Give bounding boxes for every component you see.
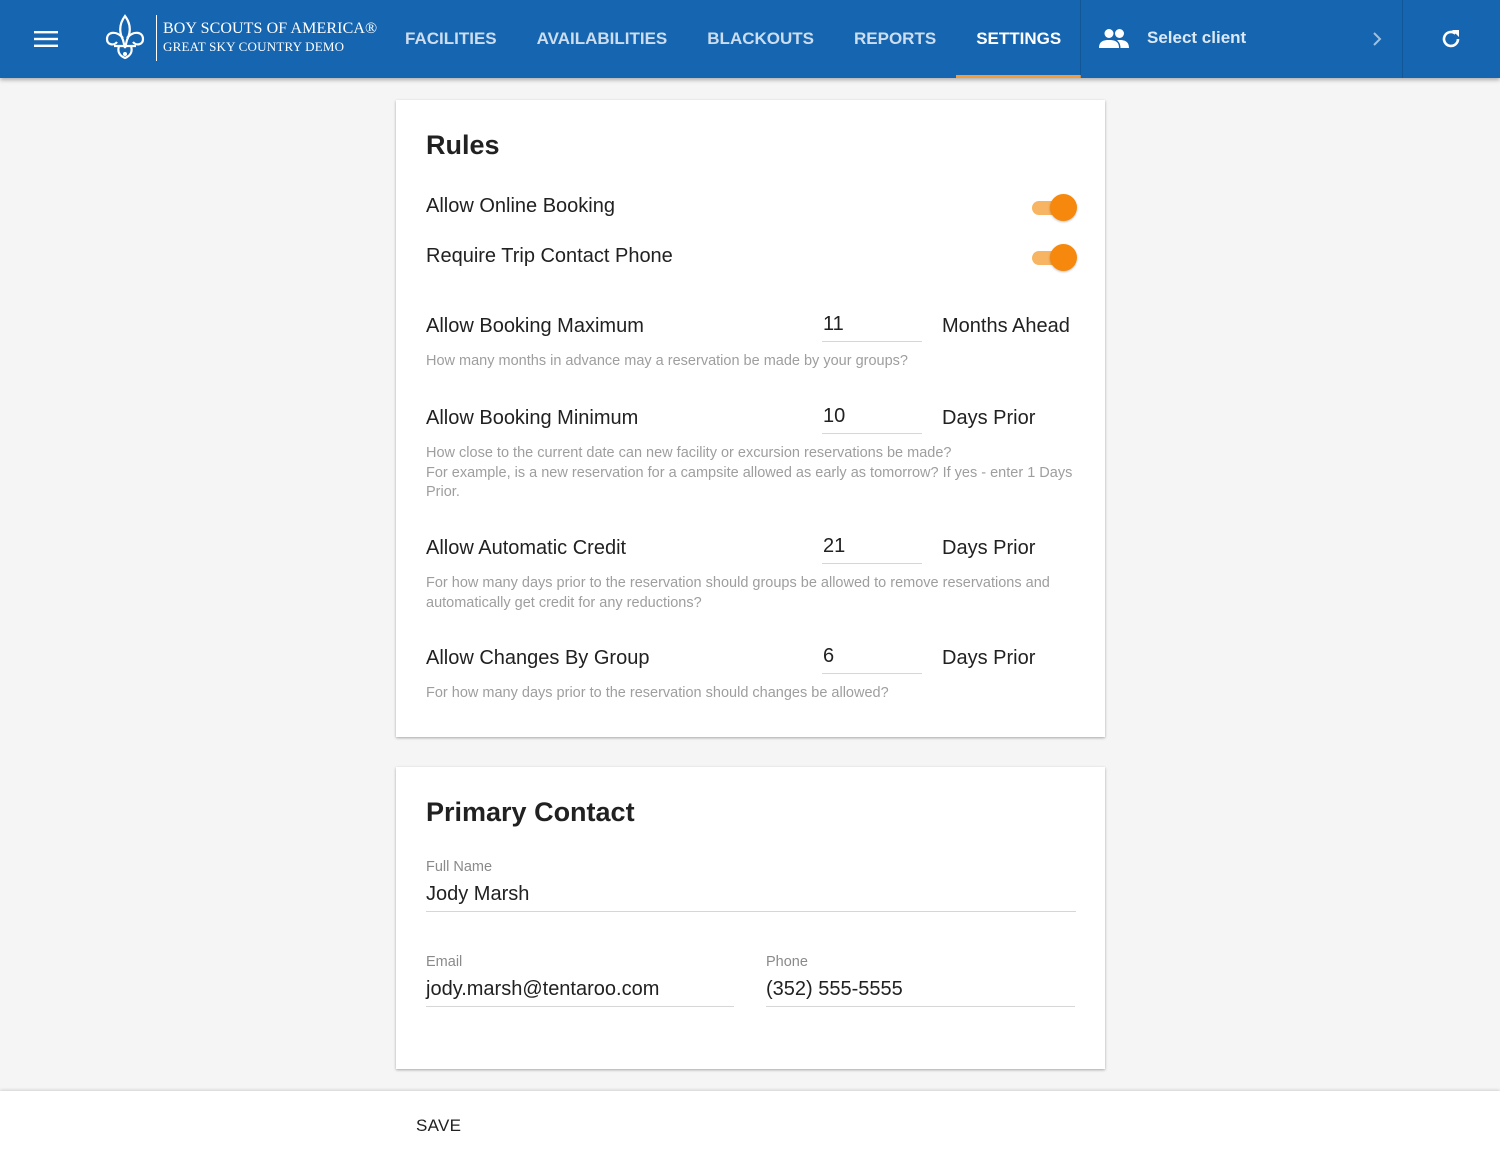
rule-unit: Days Prior <box>942 407 1036 429</box>
logo-text: BOY SCOUTS OF AMERICA® GREAT SKY COUNTRY… <box>163 20 377 56</box>
rule-help-text: How many months in advance may a reserva… <box>426 352 1076 372</box>
org-logo[interactable]: BOY SCOUTS OF AMERICA® GREAT SKY COUNTRY… <box>102 14 377 62</box>
toggle-label: Require Trip Contact Phone <box>426 245 673 267</box>
refresh-button[interactable] <box>1428 22 1474 56</box>
toggle-row-trip-contact-phone: Require Trip Contact Phone <box>426 242 1077 272</box>
fleur-de-lis-icon <box>105 14 145 60</box>
rule-help-text: For how many days prior to the reservati… <box>426 684 1076 704</box>
rule-unit: Months Ahead <box>942 315 1070 337</box>
rules-card: Rules Allow Online Booking Require Trip … <box>396 100 1105 737</box>
email-input[interactable]: jody.marsh@tentaroo.com <box>426 975 734 1007</box>
rule-help-text: How close to the current date can new fa… <box>426 444 1076 503</box>
rule-label: Allow Changes By Group <box>426 647 650 669</box>
phone-label: Phone <box>766 954 808 970</box>
logo-subtitle: GREAT SKY COUNTRY DEMO <box>163 39 345 54</box>
rule-label: Allow Booking Minimum <box>426 407 639 429</box>
email-label: Email <box>426 954 463 970</box>
rule-label: Allow Automatic Credit <box>426 537 627 559</box>
phone-field: Phone (352) 555-5555 <box>766 954 1075 1007</box>
changes-by-group-input[interactable]: 6 <box>822 642 922 674</box>
rule-unit: Days Prior <box>942 647 1036 669</box>
automatic-credit-input[interactable]: 21 <box>822 532 922 564</box>
bottom-action-bar: SAVE <box>0 1091 1500 1159</box>
switch-thumb <box>1050 244 1077 271</box>
select-client-button[interactable]: Select client <box>1080 0 1403 78</box>
people-icon <box>1099 29 1129 48</box>
rule-label: Allow Booking Maximum <box>426 315 644 337</box>
chevron-right-icon <box>1373 32 1382 46</box>
logo-divider <box>156 15 157 61</box>
phone-input[interactable]: (352) 555-5555 <box>766 975 1075 1007</box>
rule-help-text: For how many days prior to the reservati… <box>426 574 1076 613</box>
app-bar: BOY SCOUTS OF AMERICA® GREAT SKY COUNTRY… <box>0 0 1500 78</box>
select-client-label: Select client <box>1147 28 1247 47</box>
rule-help-line: For how many days prior to the reservati… <box>426 685 889 701</box>
toggle-row-online-booking: Allow Online Booking <box>426 192 1077 222</box>
booking-minimum-input[interactable]: 10 <box>822 402 922 434</box>
tab-availabilities[interactable]: AVAILABILITIES <box>517 0 688 78</box>
rule-unit: Days Prior <box>942 537 1036 559</box>
refresh-icon <box>1442 30 1460 48</box>
primary-contact-title: Primary Contact <box>426 797 635 827</box>
menu-button[interactable] <box>22 20 70 58</box>
primary-contact-card: Primary Contact Full Name Jody Marsh Ema… <box>396 767 1105 1069</box>
tab-facilities[interactable]: FACILITIES <box>385 0 517 78</box>
full-name-field: Full Name Jody Marsh <box>426 859 1076 912</box>
rule-help-line: For how many days prior to the reservati… <box>426 575 1050 611</box>
rule-help-line: For example, is a new reservation for a … <box>426 464 1073 501</box>
booking-maximum-input[interactable]: 11 <box>822 310 922 342</box>
rule-help-line: How close to the current date can new fa… <box>426 445 952 461</box>
allow-online-booking-switch[interactable] <box>1028 194 1077 222</box>
tab-blackouts[interactable]: BLACKOUTS <box>687 0 834 78</box>
toggle-label: Allow Online Booking <box>426 195 615 217</box>
full-name-label: Full Name <box>426 859 493 875</box>
tab-settings[interactable]: SETTINGS <box>956 0 1082 78</box>
require-trip-contact-phone-switch[interactable] <box>1028 244 1077 272</box>
email-field: Email jody.marsh@tentaroo.com <box>426 954 734 1007</box>
main-nav: FACILITIES AVAILABILITIES BLACKOUTS REPO… <box>385 0 1082 78</box>
tab-reports[interactable]: REPORTS <box>834 0 956 78</box>
save-button[interactable]: SAVE <box>400 1108 477 1144</box>
logo-title: BOY SCOUTS OF AMERICA® <box>163 20 378 37</box>
rules-title: Rules <box>426 130 500 160</box>
rule-help-line: How many months in advance may a reserva… <box>426 353 908 369</box>
menu-icon <box>34 31 58 47</box>
full-name-input[interactable]: Jody Marsh <box>426 880 1076 912</box>
switch-thumb <box>1050 194 1077 221</box>
